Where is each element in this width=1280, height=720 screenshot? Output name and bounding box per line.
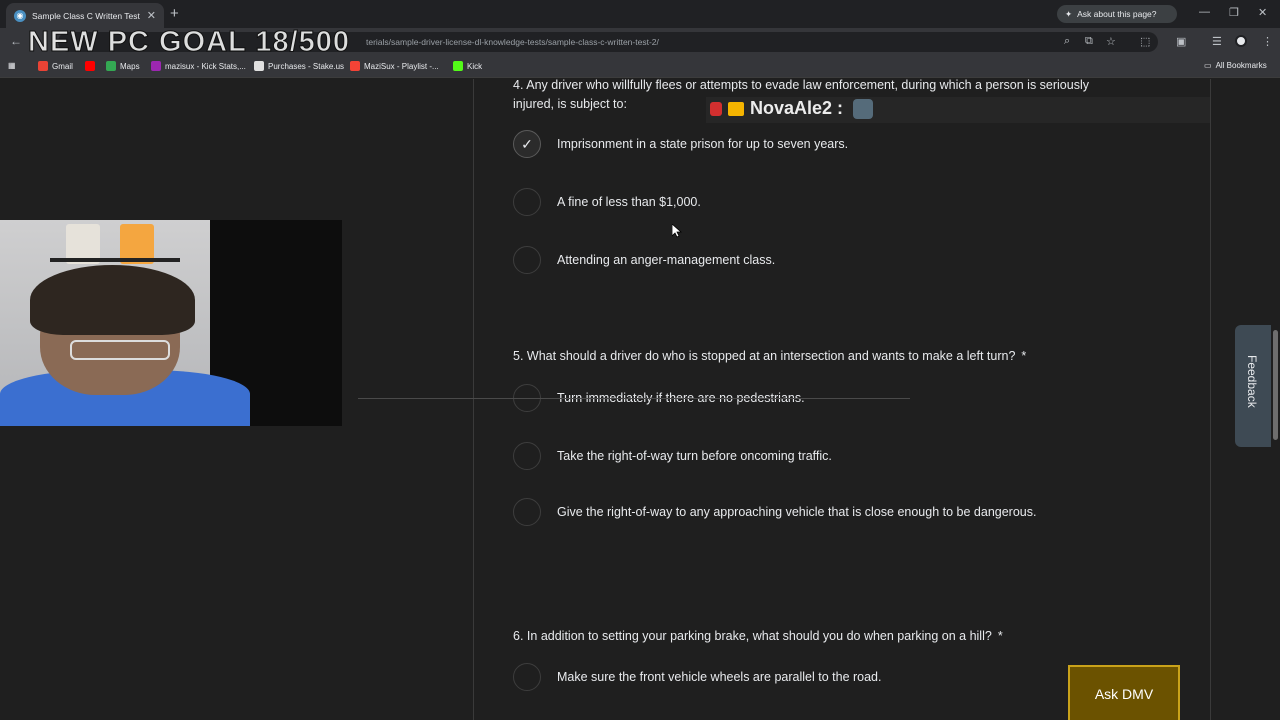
- radio-button[interactable]: [513, 246, 541, 274]
- maps-icon: [106, 61, 116, 71]
- zoom-icon[interactable]: ⌕: [1064, 35, 1070, 48]
- chat-emote: [853, 98, 874, 119]
- kebab-menu-icon[interactable]: ⋮: [1262, 35, 1273, 48]
- checkmark-icon[interactable]: ✓: [513, 130, 541, 158]
- tab-active[interactable]: ◉ Sample Class C Written Test 2 ✕: [6, 3, 164, 28]
- stake-icon: [254, 61, 264, 71]
- q4-option-2[interactable]: A fine of less than $1,000.: [513, 188, 1053, 216]
- sparkle-icon: ✦: [1065, 8, 1073, 19]
- q5-option-3[interactable]: Give the right-of-way to any approaching…: [513, 498, 1053, 526]
- ask-dmv-button[interactable]: Ask DMV: [1068, 665, 1180, 720]
- crown-badge-icon: [728, 101, 744, 116]
- bookmark-gmail[interactable]: Gmail: [38, 61, 73, 71]
- question-6-text: 6. In addition to setting your parking b…: [513, 629, 1003, 643]
- playlist-icon: [350, 61, 360, 71]
- q4-option-3[interactable]: Attending an anger-management class.: [513, 246, 1053, 274]
- all-bookmarks[interactable]: ▭ All Bookmarks: [1204, 61, 1267, 70]
- feedback-tab[interactable]: Feedback: [1235, 325, 1271, 447]
- bookmark-playlist[interactable]: MaziSux - Playlist -...: [350, 61, 439, 71]
- sidepanel-icon[interactable]: ▣: [1176, 35, 1186, 48]
- question-5-text: 5. What should a driver do who is stoppe…: [513, 349, 1027, 363]
- close-window-icon[interactable]: ✕: [1258, 6, 1267, 19]
- chat-username: NovaAle2 :: [750, 98, 844, 118]
- tab-title: Sample Class C Written Test 2: [32, 10, 141, 21]
- ask-dmv-label: Ask DMV: [1094, 685, 1154, 702]
- kick-icon: [453, 61, 463, 71]
- site-favicon-icon: ◉: [14, 9, 26, 22]
- tab-strip: ◉ Sample Class C Written Test 2 ✕ + ✦ As…: [0, 0, 1280, 28]
- ask-about-page-button[interactable]: ✦ Ask about this page?: [1057, 5, 1177, 23]
- bookmark-star-icon[interactable]: ☆: [1106, 35, 1116, 48]
- feedback-label: Feedback: [1245, 355, 1259, 408]
- glasses: [70, 340, 170, 360]
- radio-button[interactable]: [513, 442, 541, 470]
- webcam-overlay: [0, 220, 342, 426]
- restore-icon[interactable]: ❐: [1229, 6, 1239, 19]
- menu-lines-icon[interactable]: ☰: [1212, 35, 1222, 48]
- ask-about-page-label: Ask about this page?: [1077, 9, 1157, 19]
- new-tab-button[interactable]: +: [170, 5, 179, 22]
- required-asterisk: *: [997, 629, 1003, 643]
- bookmark-youtube[interactable]: [85, 61, 95, 71]
- back-icon[interactable]: ←: [10, 34, 22, 48]
- badge-icon: [710, 101, 722, 116]
- shelf: [50, 258, 180, 262]
- overlay-divider-line: [358, 398, 910, 399]
- bookmark-mazisux-stats[interactable]: mazisux - Kick Stats,...: [151, 61, 246, 71]
- youtube-icon: [85, 61, 95, 71]
- scrollbar-thumb[interactable]: [1273, 330, 1278, 440]
- q5-option-2[interactable]: Take the right-of-way turn before oncomi…: [513, 442, 1053, 470]
- gmail-icon: [38, 61, 48, 71]
- url-text: terials/sample-driver-license-dl-knowled…: [366, 37, 659, 47]
- minimize-icon[interactable]: —: [1199, 6, 1210, 18]
- radio-button[interactable]: [513, 498, 541, 526]
- radio-button[interactable]: [513, 188, 541, 216]
- extensions-icon[interactable]: ⬚: [1140, 35, 1150, 48]
- apps-grid-icon[interactable]: ▦: [8, 61, 16, 70]
- bookmark-maps[interactable]: Maps: [106, 61, 140, 71]
- folder-icon: ▭: [1204, 61, 1212, 70]
- q6-option-1[interactable]: Make sure the front vehicle wheels are p…: [513, 663, 1053, 691]
- bookmark-stake[interactable]: Purchases - Stake.us: [254, 61, 344, 71]
- radio-button[interactable]: [513, 663, 541, 691]
- goal-overlay-text: NEW PC GOAL 18/500: [27, 26, 351, 59]
- install-icon[interactable]: ⧉: [1085, 35, 1093, 48]
- tab-close-icon[interactable]: ✕: [147, 9, 156, 22]
- q4-option-1[interactable]: ✓ Imprisonment in a state prison for up …: [513, 130, 1053, 158]
- stats-icon: [151, 61, 161, 71]
- profile-avatar[interactable]: [1235, 35, 1247, 47]
- bookmark-kick[interactable]: Kick: [453, 61, 482, 71]
- mouse-cursor-icon: [672, 224, 682, 238]
- chat-user: NovaAle2 :: [710, 98, 874, 119]
- required-asterisk: *: [1021, 349, 1027, 363]
- person-hair: [30, 265, 195, 335]
